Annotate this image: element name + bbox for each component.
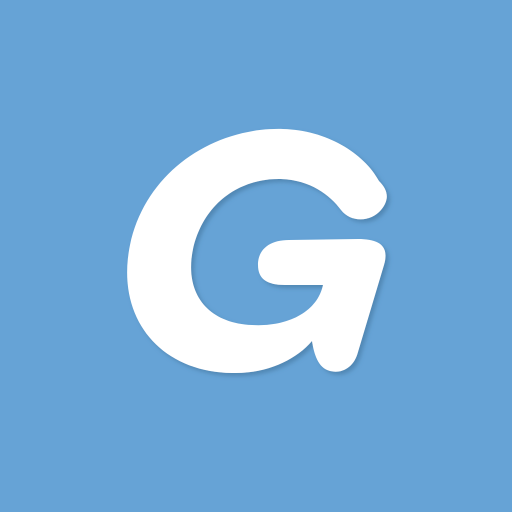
g-logo-shape (127, 128, 387, 374)
g-logo-icon (127, 128, 387, 374)
app-icon-tile (0, 0, 512, 512)
